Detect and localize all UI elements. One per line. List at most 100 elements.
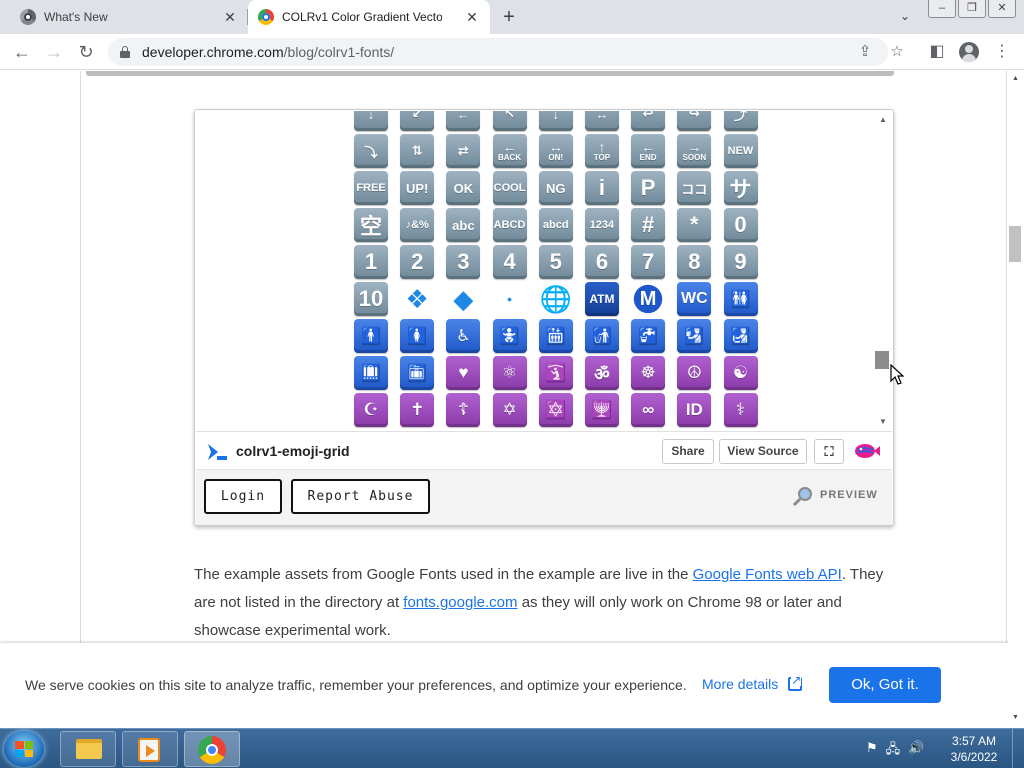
emoji-tile: ID: [677, 393, 712, 427]
emoji-tile: ☪: [354, 393, 388, 427]
tab-strip: What's New ✕ COLRv1 Color Gradient Vecto…: [0, 0, 1024, 34]
cookie-text: We serve cookies on this site to analyze…: [25, 677, 687, 693]
emoji-tile: 9: [723, 245, 758, 279]
chrome-icon: [198, 736, 226, 764]
scroll-up-arrow-icon[interactable]: ▲: [879, 115, 887, 124]
glitch-fish-icon[interactable]: [853, 441, 881, 461]
volume-icon[interactable]: 🔊: [908, 740, 924, 762]
close-tab-icon[interactable]: ✕: [464, 9, 480, 25]
minimize-button[interactable]: –: [928, 0, 956, 18]
scroll-down-arrow-icon[interactable]: ▼: [879, 417, 887, 426]
folder-icon: [76, 739, 102, 759]
tab-colrv1[interactable]: COLRv1 Color Gradient Vector Fo ✕: [248, 0, 490, 34]
emoji-tile: ⬩: [507, 291, 512, 306]
emoji-tile: ✝: [400, 393, 435, 427]
emoji-tile: 🔯: [538, 393, 573, 427]
fullscreen-icon[interactable]: ⛶: [814, 439, 844, 464]
embed-title: colrv1-emoji-grid: [236, 443, 350, 459]
google-fonts-api-link[interactable]: Google Fonts web API: [693, 566, 842, 583]
page-scrollbar-thumb[interactable]: [1009, 226, 1021, 262]
taskbar-explorer[interactable]: [60, 731, 116, 767]
article-paragraph: The example assets from Google Fonts use…: [194, 561, 894, 645]
emoji-tile: 6: [584, 245, 619, 279]
emoji-tile: COOL: [492, 171, 527, 205]
forward-arrow-icon[interactable]: →: [44, 42, 64, 62]
share-icon[interactable]: ⇪: [856, 43, 874, 61]
menu-kebab-icon[interactable]: ⋮: [992, 42, 1012, 62]
emoji-tile: i: [584, 171, 619, 205]
embed-footer: Login Report Abuse PREVIEW: [196, 469, 892, 525]
scrollbar-thumb[interactable]: [875, 351, 889, 369]
tab-title: COLRv1 Color Gradient Vector Fo: [282, 10, 442, 24]
tab-title: What's New: [44, 10, 108, 24]
report-abuse-button[interactable]: Report Abuse: [291, 479, 430, 514]
clock[interactable]: 3:57 AM 3/6/2022: [944, 733, 1004, 765]
external-link-icon: [788, 674, 803, 691]
scroll-up-arrow-icon[interactable]: ▲: [1012, 75, 1019, 82]
tab-search-chevron-icon[interactable]: ⌄: [896, 9, 914, 25]
side-panel-icon[interactable]: ◧: [927, 42, 947, 62]
windows-logo-icon: [15, 741, 33, 757]
emoji-tile: 8: [677, 245, 712, 279]
emoji-tile: 1234: [584, 208, 619, 242]
address-bar[interactable]: developer.chrome.com/blog/colrv1-fonts/ …: [108, 38, 904, 66]
emoji-tile: 空: [354, 208, 388, 242]
emoji-tile: ↖: [492, 111, 527, 131]
page-scrollbar[interactable]: ▲ ▼: [1008, 71, 1024, 728]
restore-button[interactable]: ❐: [958, 0, 986, 18]
emoji-tile: abcd: [538, 208, 573, 242]
preview-scrollbar[interactable]: ▲ ▼: [874, 111, 891, 431]
lock-icon[interactable]: [120, 46, 130, 58]
emoji-tile: ♥: [446, 356, 481, 390]
fonts-google-link[interactable]: fonts.google.com: [403, 594, 517, 611]
login-button[interactable]: Login: [204, 479, 282, 514]
emoji-tile: ∞: [631, 393, 666, 427]
media-player-icon: [138, 738, 160, 762]
embed-header: colrv1-emoji-grid Share View Source ⛶: [196, 431, 892, 469]
share-button[interactable]: Share: [662, 439, 714, 464]
scroll-down-arrow-icon[interactable]: ▼: [1012, 714, 1019, 721]
emoji-tile: 3: [446, 245, 481, 279]
emoji-tile: 🕎: [584, 393, 619, 427]
magnifier-icon[interactable]: [792, 485, 814, 507]
emoji-tile: ॐ: [584, 356, 619, 390]
emoji-tile: ⤵: [354, 134, 388, 168]
ok-got-it-button[interactable]: Ok, Got it.: [829, 667, 941, 703]
emoji-tile: 🛅: [400, 356, 435, 390]
taskbar-media-player[interactable]: [122, 731, 178, 767]
emoji-tile: 7: [631, 245, 666, 279]
cookie-banner: We serve cookies on this site to analyze…: [0, 643, 1024, 728]
taskbar-chrome[interactable]: [184, 731, 240, 767]
reload-icon[interactable]: ↻: [76, 42, 96, 62]
start-button[interactable]: [4, 731, 44, 767]
bookmark-star-icon[interactable]: ☆: [888, 43, 906, 61]
emoji-tile: ← BACK: [492, 134, 527, 168]
emoji-tile: ☸: [631, 356, 666, 390]
more-details-link[interactable]: More details: [702, 674, 803, 692]
url-text[interactable]: developer.chrome.com/blog/colrv1-fonts/: [142, 44, 394, 60]
close-tab-icon[interactable]: ✕: [222, 9, 238, 25]
emoji-tile: 🛄: [354, 356, 388, 390]
emoji-tile: 0: [723, 208, 758, 242]
new-tab-button[interactable]: +: [498, 6, 520, 28]
tab-whats-new[interactable]: What's New ✕: [0, 0, 248, 34]
emoji-tile: P: [631, 171, 666, 205]
network-icon[interactable]: 🖧: [886, 740, 901, 762]
glitch-logo-icon: [208, 444, 227, 460]
view-source-button[interactable]: View Source: [719, 439, 807, 464]
right-border: [1006, 71, 1007, 728]
emoji-tile: ↔ ON!: [538, 134, 573, 168]
emoji-tile: 🚹: [354, 319, 388, 353]
preview-label[interactable]: PREVIEW: [820, 489, 878, 501]
chrome-favicon-icon: [20, 9, 36, 25]
emoji-tile: 🌐: [539, 283, 572, 314]
close-window-button[interactable]: ✕: [988, 0, 1016, 18]
show-desktop-button[interactable]: [1012, 729, 1024, 768]
emoji-tile: ↑ TOP: [584, 134, 619, 168]
profile-avatar-icon[interactable]: [959, 42, 979, 62]
left-border: [80, 71, 81, 728]
back-arrow-icon[interactable]: ←: [12, 42, 32, 62]
action-center-flag-icon[interactable]: ⚑: [866, 740, 878, 762]
emoji-tile: ↪: [677, 111, 712, 131]
emoji-tile: 🚻: [723, 282, 758, 316]
